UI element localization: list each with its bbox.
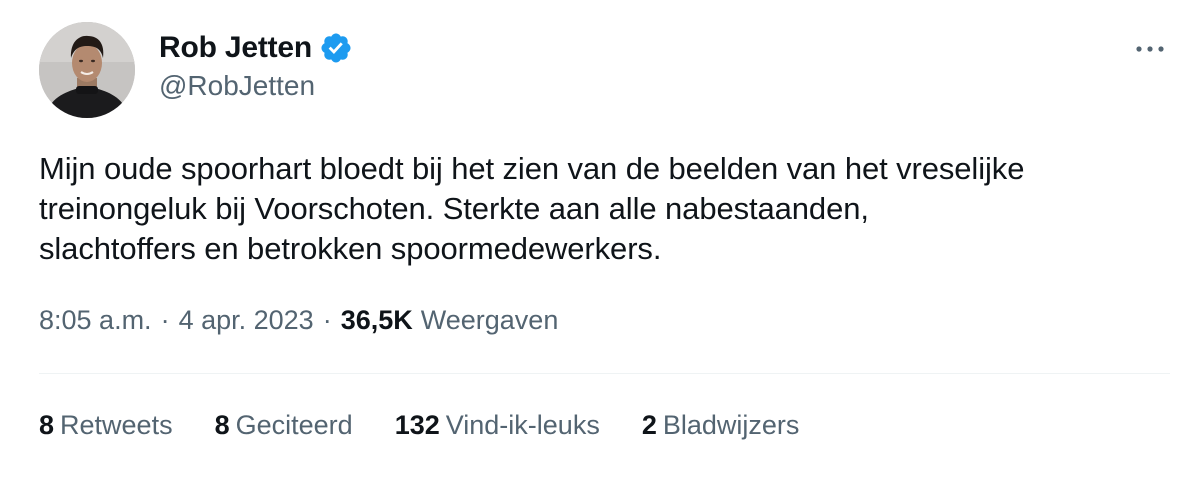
verified-badge-icon [319, 31, 353, 65]
tweet-time[interactable]: 8:05 a.m. [39, 305, 152, 336]
stat-likes[interactable]: 132 Vind-ik-leuks [395, 410, 600, 441]
views-count[interactable]: 36,5K [341, 305, 413, 336]
stat-label: Bladwijzers [662, 410, 800, 440]
stat-count: 132 [394, 410, 440, 440]
stat-count: 8 [214, 410, 230, 440]
author-handle[interactable]: @RobJetten [159, 70, 315, 102]
more-options-button[interactable] [1128, 34, 1172, 64]
stat-quotes[interactable]: 8 Geciteerd [215, 410, 353, 441]
stat-label: Retweets [60, 410, 173, 440]
author-name-row: Rob Jetten [159, 28, 353, 68]
meta-separator: · [322, 305, 332, 335]
engagement-stats: 8 Retweets 8 Geciteerd 132 Vind-ik-leuks 2B… [39, 410, 841, 441]
stat-count: 2 [641, 410, 657, 440]
tweet-text: Mijn oude spoorhart bloedt bij het zien … [39, 151, 1025, 266]
author-avatar[interactable] [39, 22, 135, 118]
stat-label: Geciteerd [235, 410, 353, 440]
stat-retweets[interactable]: 8 Retweets [39, 410, 173, 441]
profile-photo-icon [39, 22, 135, 118]
stat-label: Vind-ik-leuks [445, 410, 600, 440]
tweet-meta: 8:05 a.m. · 4 apr. 2023 · 36,5K Weergave… [39, 305, 558, 336]
stat-bookmarks[interactable]: 2 Bladwijzers [642, 410, 800, 441]
more-horizontal-icon [1136, 46, 1164, 52]
views-label[interactable]: Weergaven [421, 305, 559, 336]
tweet-card: Rob Jetten @RobJetten Mijn oude spoorhar… [0, 0, 1200, 478]
divider [39, 373, 1170, 374]
stat-count: 8 [39, 410, 55, 440]
author-display-name[interactable]: Rob Jetten [159, 31, 312, 65]
meta-separator: · [160, 305, 170, 335]
tweet-date[interactable]: 4 apr. 2023 [179, 305, 314, 336]
